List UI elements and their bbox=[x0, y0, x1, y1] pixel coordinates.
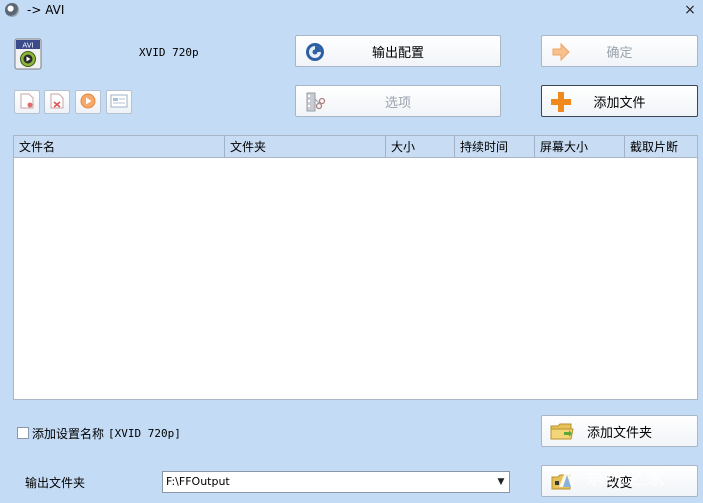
play-button[interactable] bbox=[75, 90, 101, 114]
delete-file-button[interactable] bbox=[44, 90, 70, 114]
append-setting-checkbox-row[interactable]: 添加设置名称 [XVID 720p] bbox=[17, 426, 181, 441]
append-setting-preset: [XVID 720p] bbox=[108, 426, 181, 440]
delete-file-icon bbox=[50, 93, 64, 112]
column-header-folder[interactable]: 文件夹 bbox=[225, 136, 386, 158]
ok-label: 确定 bbox=[606, 45, 633, 61]
column-header-screen-size[interactable]: 屏幕大小 bbox=[535, 136, 625, 158]
column-header-size[interactable]: 大小 bbox=[386, 136, 455, 158]
new-file-icon bbox=[20, 93, 34, 112]
column-header-clip[interactable]: 截取片断 bbox=[625, 136, 697, 158]
add-file-label: 添加文件 bbox=[593, 95, 646, 111]
add-folder-button[interactable]: 添加文件夹 bbox=[541, 415, 698, 447]
add-folder-label: 添加文件夹 bbox=[586, 425, 652, 441]
app-icon bbox=[5, 3, 19, 17]
arrow-right-icon bbox=[550, 41, 572, 63]
title-bar: -> AVI × bbox=[0, 0, 703, 22]
play-icon bbox=[80, 93, 96, 112]
output-config-label: 输出配置 bbox=[371, 45, 424, 61]
media-info-button[interactable] bbox=[106, 90, 132, 114]
chevron-down-icon[interactable]: ▼ bbox=[493, 472, 509, 492]
output-folder-select[interactable]: F:\FFOutput ▼ bbox=[162, 471, 510, 493]
window-title: -> AVI bbox=[27, 3, 65, 17]
folder-icon bbox=[550, 421, 574, 443]
change-button[interactable]: 改变 bbox=[541, 465, 698, 497]
gear-icon bbox=[304, 41, 326, 63]
output-folder-label: 输出文件夹 bbox=[25, 476, 86, 490]
add-file-button[interactable]: 添加文件 bbox=[541, 85, 698, 117]
folder-change-icon bbox=[550, 471, 572, 493]
change-label: 改变 bbox=[606, 475, 633, 491]
output-folder-value: F:\FFOutput bbox=[166, 475, 230, 488]
file-list-header: 文件名 文件夹 大小 持续时间 屏幕大小 截取片断 bbox=[14, 136, 697, 158]
ok-button[interactable]: 确定 bbox=[541, 35, 698, 67]
preset-name: XVID 720p bbox=[139, 46, 199, 59]
output-config-button[interactable]: 输出配置 bbox=[295, 35, 501, 67]
options-label: 选项 bbox=[384, 95, 411, 111]
avi-format-icon: AVI bbox=[14, 38, 42, 70]
append-setting-checkbox[interactable] bbox=[17, 427, 29, 439]
column-header-duration[interactable]: 持续时间 bbox=[455, 136, 535, 158]
plus-icon bbox=[550, 91, 572, 113]
column-header-filename[interactable]: 文件名 bbox=[14, 136, 225, 158]
film-scissors-icon bbox=[304, 91, 326, 113]
file-list[interactable]: 文件名 文件夹 大小 持续时间 屏幕大小 截取片断 bbox=[13, 135, 698, 400]
append-setting-label: 添加设置名称 bbox=[32, 426, 105, 441]
media-info-icon bbox=[110, 94, 128, 111]
options-button[interactable]: 选项 bbox=[295, 85, 501, 117]
avi-icon-text: AVI bbox=[22, 42, 33, 50]
new-file-button[interactable] bbox=[14, 90, 40, 114]
close-button[interactable]: × bbox=[683, 2, 697, 18]
